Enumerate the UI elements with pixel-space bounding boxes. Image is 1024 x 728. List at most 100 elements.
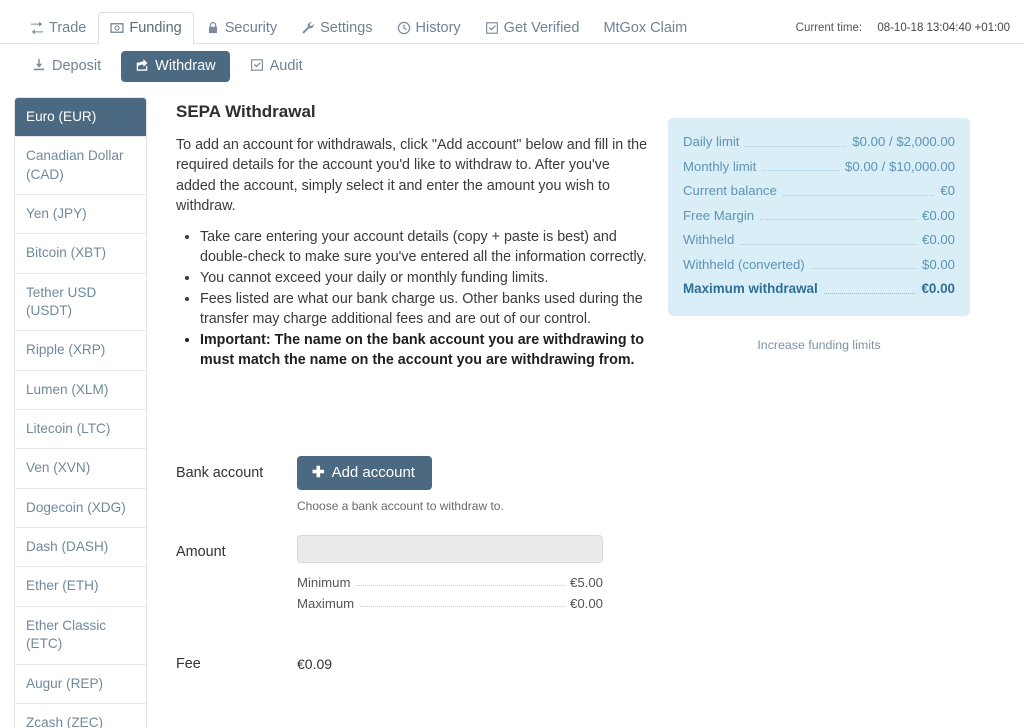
- sidebar-item-label: Ven (XVN): [26, 460, 91, 476]
- sidebar-item-label: Ether Classic (ETC): [26, 617, 107, 652]
- current-time-value: 08-10-18 13:04:40 +01:00: [877, 22, 1010, 34]
- limit-row: Current balance €0: [683, 179, 955, 204]
- main-content: SEPA Withdrawal To add an account for wi…: [147, 90, 1010, 728]
- tab-label: Settings: [320, 19, 373, 36]
- sidebar-item-label: Canadian Dollar (CAD): [26, 148, 124, 182]
- plus-icon: ✚: [312, 464, 325, 482]
- share-export-icon: [135, 58, 149, 76]
- amount-control: Minimum €5.00 Maximum €0.00: [297, 535, 607, 614]
- lock-icon: [206, 21, 220, 35]
- note-item: Important: The name on the bank account …: [200, 330, 658, 370]
- leader-dots: [823, 292, 916, 294]
- bank-account-label: Bank account: [176, 465, 264, 482]
- sidebar-item-yen-jpy[interactable]: Yen (JPY): [15, 195, 146, 235]
- sidebar-item-euro-eur[interactable]: Euro (EUR): [15, 98, 146, 138]
- subnav-item-deposit[interactable]: Deposit: [18, 51, 115, 83]
- subnav-item-withdraw[interactable]: Withdraw: [121, 50, 230, 83]
- fee-row: Fee €0.09: [176, 647, 1010, 672]
- sidebar-item-label: Bitcoin (XBT): [26, 245, 107, 261]
- tab-label: Get Verified: [503, 19, 580, 36]
- tab-label: Trade: [49, 19, 87, 36]
- bank-account-control: ✚ Add account Choose a bank account to w…: [297, 456, 607, 513]
- limit-value: €0.00: [921, 232, 955, 247]
- sidebar-item-tether-usd-usdt[interactable]: Tether USD (USDT): [15, 273, 146, 332]
- amount-input[interactable]: [297, 535, 603, 564]
- wrench-icon: [301, 21, 315, 35]
- sidebar-item-label: Tether USD (USDT): [26, 284, 97, 319]
- sidebar-item-ether-classic-etc[interactable]: Ether Classic (ETC): [15, 606, 146, 665]
- limit-label: Current balance: [683, 183, 777, 198]
- sidebar-item-label: Zcash (ZEC): [26, 714, 104, 728]
- sidebar-item-label: Euro (EUR): [26, 109, 97, 124]
- tab-label: Security: [224, 19, 278, 36]
- sidebar-item-label: Dogecoin (XDG): [26, 499, 126, 515]
- tab-get-verified[interactable]: Get Verified: [473, 12, 592, 45]
- amount-row: Amount Minimum €5.00 Maximum €0.00: [176, 535, 1010, 614]
- limit-row: Withheld €0.00: [683, 228, 955, 253]
- note-item: Fees listed are what our bank charge us.…: [200, 289, 658, 329]
- bank-account-helper-text: Choose a bank account to withdraw to.: [297, 499, 504, 514]
- sidebar-item-label: Litecoin (LTC): [26, 421, 111, 437]
- tab-trade[interactable]: Trade: [18, 12, 98, 45]
- limit-label: Free Margin: [683, 207, 755, 223]
- limit-value: $0.00 / $10,000.00: [845, 158, 955, 174]
- funding-subnav: Deposit Withdraw Audit: [0, 44, 1024, 90]
- leader-dots: [782, 194, 935, 196]
- tab-settings[interactable]: Settings: [289, 12, 384, 45]
- tab-label: Funding: [129, 19, 182, 36]
- tab-mtgox-claim[interactable]: MtGox Claim: [591, 12, 699, 45]
- sidebar-item-label: Ether (ETH): [26, 578, 99, 594]
- sidebar-item-augur-rep[interactable]: Augur (REP): [15, 664, 146, 704]
- sidebar-item-canadian-dollar-cad[interactable]: Canadian Dollar (CAD): [15, 137, 146, 196]
- minimum-row: Minimum €5.00: [297, 572, 603, 593]
- primary-tabs: Trade Funding Security Settings History Get V…: [18, 11, 699, 45]
- sidebar-item-dogecoin-xdg[interactable]: Dogecoin (XDG): [15, 488, 146, 529]
- subnav-item-label: Withdraw: [155, 58, 216, 75]
- sidebar-item-litecoin-ltc[interactable]: Litecoin (LTC): [15, 410, 146, 450]
- increase-funding-limits-link[interactable]: Increase funding limits: [668, 338, 970, 352]
- sidebar-item-label: Augur (REP): [26, 675, 104, 691]
- limit-row: Maximum withdrawal €0.00: [683, 277, 955, 302]
- sidebar-item-ether-eth[interactable]: Ether (ETH): [15, 567, 146, 607]
- limit-row: Daily limit $0.00 / $2,000.00: [683, 130, 955, 155]
- tab-label: MtGox Claim: [603, 19, 688, 36]
- limit-label: Maximum withdrawal: [683, 281, 818, 296]
- leader-dots: [810, 268, 916, 269]
- intro-paragraph: To add an account for withdrawals, click…: [176, 137, 648, 214]
- limit-label: Withheld: [683, 232, 735, 247]
- sidebar-item-ripple-xrp[interactable]: Ripple (XRP): [15, 331, 146, 371]
- add-account-button[interactable]: ✚ Add account: [297, 456, 432, 491]
- download-icon: [32, 58, 46, 76]
- amount-label: Amount: [176, 544, 226, 561]
- current-time: Current time: 08-10-18 13:04:40 +01:00: [796, 22, 1010, 34]
- exchange-icon: [30, 21, 44, 35]
- limit-value: $0.00 / $2,000.00: [852, 134, 955, 149]
- clock-icon: [397, 21, 411, 35]
- limit-row: Free Margin €0.00: [683, 204, 955, 229]
- withdrawal-form: Bank account ✚ Add account Choose a bank…: [176, 456, 1010, 672]
- tab-security[interactable]: Security: [194, 12, 289, 45]
- minimum-label: Minimum: [297, 575, 351, 591]
- subnav-item-audit[interactable]: Audit: [236, 51, 317, 83]
- sidebar-item-lumen-xlm[interactable]: Lumen (XLM): [15, 370, 146, 411]
- leader-dots: [740, 243, 916, 245]
- maximum-label: Maximum: [297, 596, 355, 612]
- tab-history[interactable]: History: [385, 12, 473, 45]
- sidebar-item-dash-dash[interactable]: Dash (DASH): [15, 528, 146, 568]
- add-account-button-label: Add account: [331, 464, 415, 482]
- sidebar-item-zcash-zec[interactable]: Zcash (ZEC): [15, 703, 146, 728]
- top-navigation-bar: Trade Funding Security Settings History Get V…: [0, 0, 1024, 45]
- current-time-label: Current time:: [795, 22, 863, 34]
- tab-funding[interactable]: Funding: [98, 11, 194, 45]
- sidebar-item-bitcoin-xbt[interactable]: Bitcoin (XBT): [15, 234, 146, 274]
- funding-limits-panel: Daily limit $0.00 / $2,000.00 Monthly limi…: [668, 118, 970, 316]
- leader-dots: [762, 170, 839, 171]
- maximum-row: Maximum €0.00: [297, 593, 603, 614]
- limit-label: Withheld (converted): [683, 256, 805, 272]
- limit-label: Daily limit: [683, 134, 740, 149]
- tab-label: History: [415, 19, 461, 36]
- limit-value: €0.00: [921, 281, 955, 296]
- limit-row: Monthly limit $0.00 / $10,000.00: [683, 155, 955, 180]
- sidebar-item-ven-xvn[interactable]: Ven (XVN): [15, 449, 146, 489]
- bank-account-row: Bank account ✚ Add account Choose a bank…: [176, 456, 1010, 513]
